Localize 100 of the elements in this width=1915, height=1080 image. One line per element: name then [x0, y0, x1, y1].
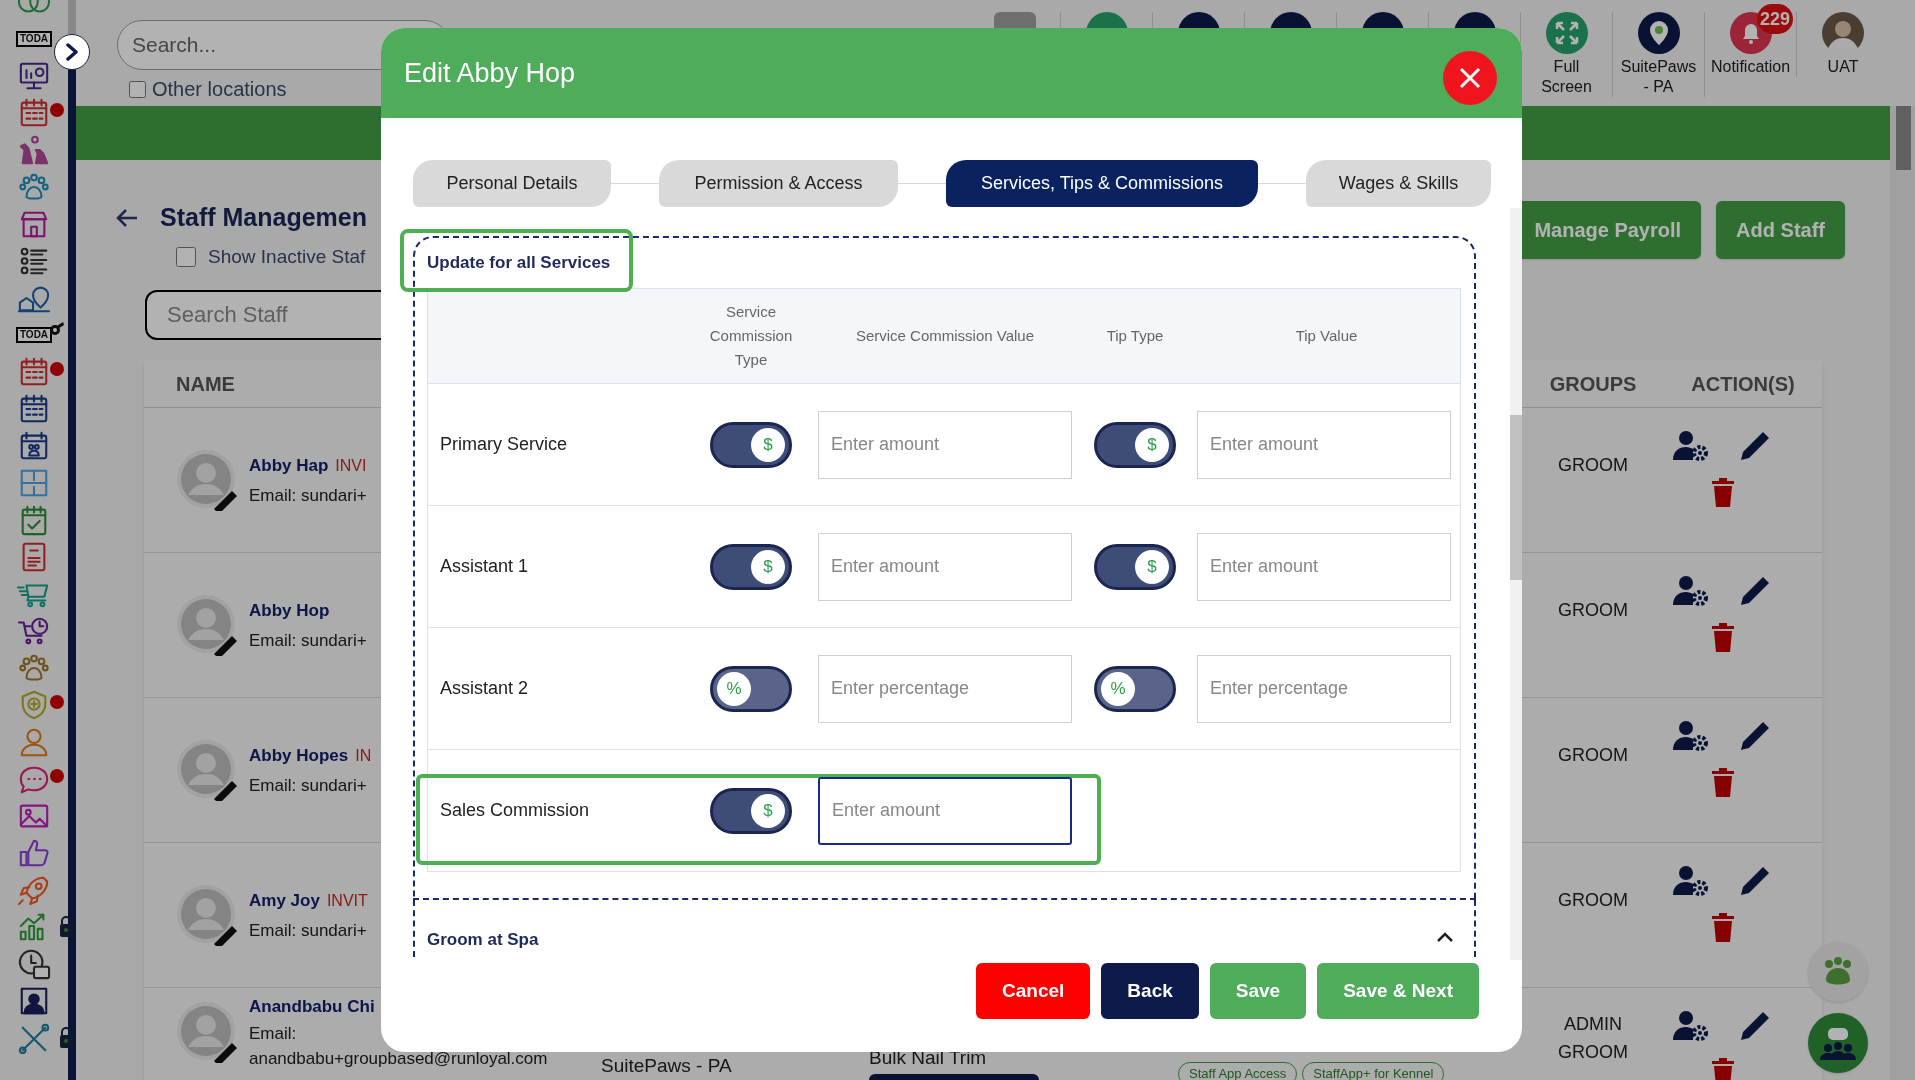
close-button[interactable] — [1443, 51, 1497, 105]
tab[interactable]: Services, Tips & Commissions — [946, 160, 1258, 207]
trash-icon[interactable] — [1710, 766, 1736, 798]
row-label: Sales Commission — [439, 799, 591, 822]
notification-count: 229 — [1757, 4, 1794, 34]
user-gear-icon[interactable] — [1673, 865, 1709, 897]
column-header: Service Commission Type — [708, 302, 794, 370]
amount-field[interactable]: Enter amount — [818, 776, 1072, 845]
page-title: Staff Managemen — [160, 202, 367, 234]
toggle-switch[interactable]: $ — [710, 421, 792, 468]
group-chat-icon — [1818, 1026, 1858, 1060]
avatar-edit-icon[interactable] — [176, 1000, 238, 1063]
trash-icon[interactable] — [1710, 1056, 1736, 1080]
toolbar-label: UAT — [1826, 57, 1860, 77]
staff-name[interactable]: Amy Joy — [249, 888, 320, 914]
close-icon — [1459, 67, 1481, 89]
toggle-knob: $ — [1135, 427, 1169, 462]
user-gear-icon[interactable] — [1673, 430, 1709, 462]
column-header: ACTION(S) — [1690, 371, 1796, 397]
checkbox-label: Other locations — [152, 77, 287, 102]
email-text: Email: sundari+ — [249, 774, 368, 797]
tab[interactable]: Wages & Skills — [1306, 160, 1491, 207]
group-text: GROOM — [1558, 1041, 1628, 1064]
group-text: ADMIN — [1564, 1013, 1622, 1036]
column-header: NAME — [176, 371, 236, 397]
location-pin-icon[interactable] — [1637, 12, 1680, 54]
tab[interactable]: Personal Details — [413, 160, 611, 207]
status-label: IN — [355, 746, 372, 766]
group-text: GROOM — [1558, 599, 1628, 622]
trash-icon[interactable] — [1710, 476, 1736, 508]
toolbar-label: SuitePaws - PA — [1619, 57, 1698, 97]
page-scrollbar[interactable] — [1890, 106, 1915, 1080]
status-label: INVI — [335, 456, 367, 476]
avatar-edit-icon[interactable] — [176, 594, 238, 656]
pencil-icon[interactable] — [1739, 720, 1771, 752]
email-text: Email: — [249, 1022, 298, 1045]
row-label: Assistant 1 — [439, 555, 530, 578]
toggle-knob: % — [1101, 671, 1135, 706]
trash-icon[interactable] — [1710, 911, 1736, 943]
group-text: GROOM — [1558, 889, 1628, 912]
pencil-icon[interactable] — [1739, 430, 1771, 462]
avatar-edit-icon[interactable] — [176, 449, 238, 511]
section-title: Update for all Services — [427, 252, 611, 275]
dialog-button[interactable]: Cancel — [976, 963, 1091, 1019]
toggle-switch[interactable]: $ — [1094, 421, 1176, 468]
user-gear-icon[interactable] — [1673, 720, 1709, 752]
chevron-up-icon[interactable] — [1436, 931, 1454, 943]
trash-icon[interactable] — [1710, 621, 1736, 653]
toggle-knob: $ — [751, 427, 785, 462]
column-header: GROUPS — [1548, 371, 1638, 397]
checkbox[interactable] — [176, 247, 196, 267]
staff-name[interactable]: Anandbabu Chi — [249, 994, 375, 1020]
email-text: Email: sundari+ — [249, 919, 368, 942]
chat-button[interactable] — [1808, 1013, 1868, 1073]
back-arrow-icon[interactable] — [116, 208, 138, 228]
avatar-edit-icon[interactable] — [176, 739, 238, 801]
group-text: GROOM — [1558, 454, 1628, 477]
avatar[interactable] — [1822, 12, 1864, 54]
staff-name[interactable]: Abby Hap — [249, 453, 329, 479]
group-text: GROOM — [1558, 744, 1628, 767]
tab[interactable]: Permission & Access — [659, 160, 898, 207]
checkbox[interactable] — [129, 80, 146, 98]
toggle-switch[interactable]: % — [710, 665, 792, 712]
chevron-right-icon — [64, 43, 80, 61]
pencil-icon[interactable] — [1739, 575, 1771, 607]
staff-name[interactable]: Abby Hop — [249, 598, 330, 624]
toggle-knob: $ — [751, 793, 785, 828]
toggle-switch[interactable]: $ — [710, 787, 792, 834]
dialog-scrollbar[interactable] — [1510, 208, 1522, 960]
section-title[interactable]: Groom at Spa — [427, 927, 539, 953]
email-text: Email: sundari+ — [249, 629, 367, 652]
expand-button[interactable] — [54, 34, 90, 70]
paw-button[interactable] — [1808, 942, 1868, 1002]
column-header: Service Commission Value — [855, 326, 1035, 346]
whistle-icon — [48, 320, 64, 336]
toolbar-label: Full Screen — [1540, 57, 1593, 97]
toggle-knob: % — [717, 671, 751, 706]
toolbar-label: Notification — [1709, 57, 1792, 77]
toggle-knob: $ — [751, 549, 785, 584]
row-label: Primary Service — [439, 433, 569, 456]
email-text: Email: sundari+ — [249, 484, 367, 507]
toggle-knob: $ — [1135, 549, 1169, 584]
column-header: Tip Value — [1295, 326, 1358, 346]
user-gear-icon[interactable] — [1673, 575, 1709, 607]
expand-icon[interactable] — [1545, 12, 1588, 54]
checkbox-label: Show Inactive Staf — [208, 244, 366, 269]
toggle-switch[interactable]: $ — [1094, 543, 1176, 590]
pencil-icon[interactable] — [1739, 865, 1771, 897]
email-text: anandbabu+groupbased@runloyal.com — [249, 1047, 548, 1070]
pencil-icon[interactable] — [1739, 1010, 1771, 1042]
user-gear-icon[interactable] — [1673, 1010, 1709, 1042]
today-sign[interactable]: TODA — [15, 30, 53, 47]
avatar-edit-icon[interactable] — [176, 884, 238, 946]
toggle-switch[interactable]: % — [1094, 665, 1176, 712]
staff-name[interactable]: Abby Hopes — [249, 743, 349, 769]
dialog-button[interactable]: Back — [1101, 963, 1199, 1019]
row-label: Assistant 2 — [439, 677, 530, 700]
toggle-switch[interactable]: $ — [710, 543, 792, 590]
today-sign[interactable]: TODA — [15, 326, 53, 343]
location-text: SuitePaws - PA — [601, 1053, 733, 1078]
